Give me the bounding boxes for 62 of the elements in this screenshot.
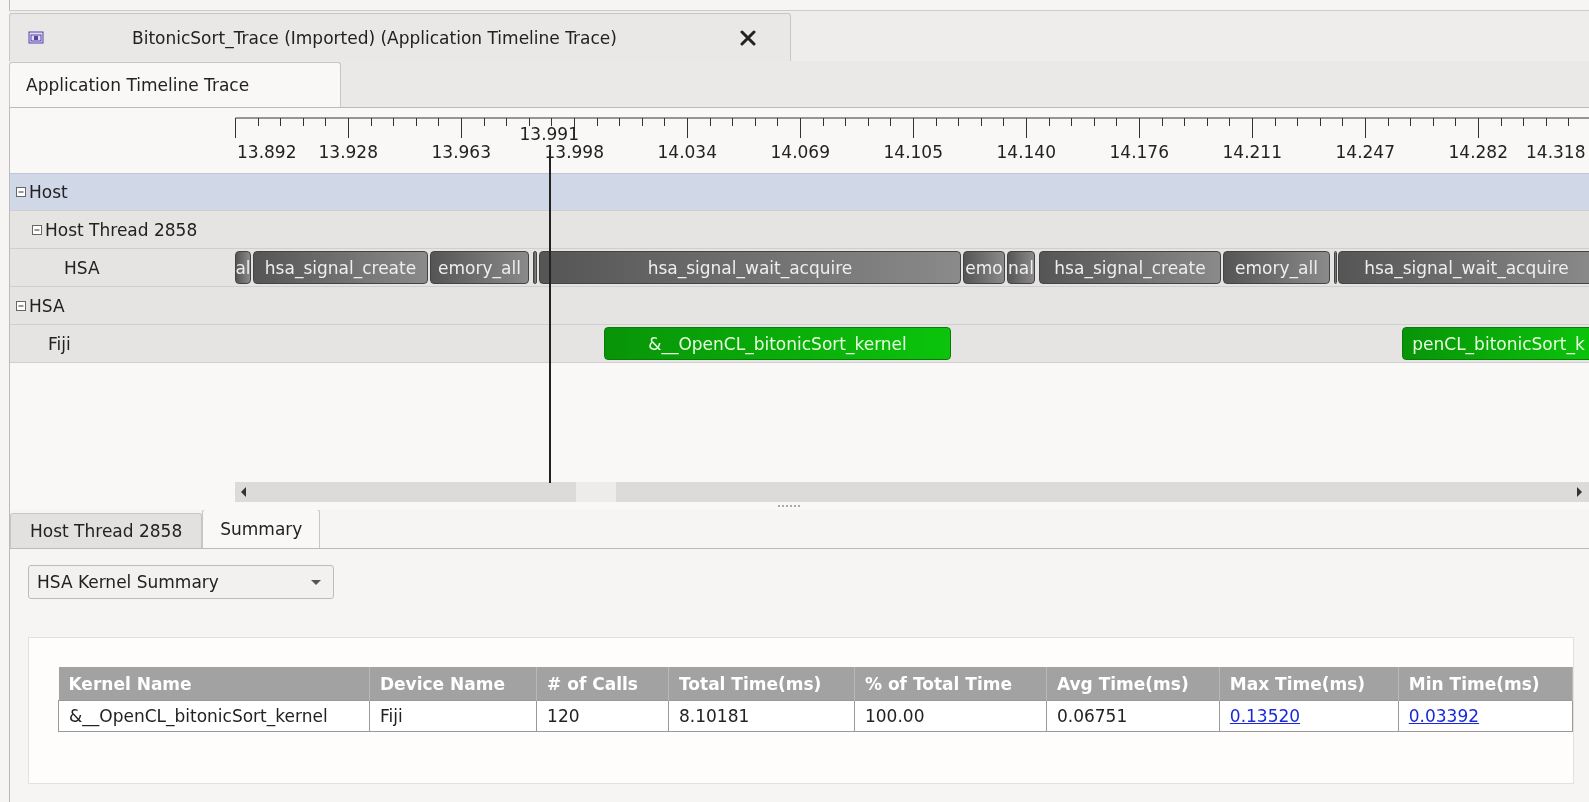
scroll-right-icon[interactable] (1575, 487, 1583, 497)
table-cell: 100.00 (854, 700, 1047, 732)
column-header[interactable]: Max Time(ms) (1219, 667, 1399, 701)
api-call-bar[interactable]: emory_all (430, 251, 529, 284)
kernel-bar[interactable]: penCL_bitonicSort_k (1402, 327, 1589, 360)
document-icon (28, 30, 44, 45)
api-call-bar[interactable]: hsa_signal_create (253, 251, 428, 284)
table-cell: 8.10181 (668, 700, 855, 732)
collapse-icon[interactable] (16, 187, 26, 197)
dropdown-caret-icon (311, 579, 321, 585)
column-header[interactable]: % of Total Time (854, 667, 1047, 701)
tick-label: 14.176 (1109, 142, 1169, 162)
tree-item[interactable]: HSA (64, 257, 100, 278)
tick-label: 13.928 (318, 142, 378, 162)
tick-label: 14.211 (1222, 142, 1282, 162)
tree-item[interactable]: Host Thread 2858 (45, 219, 198, 240)
tick-label: 14.034 (657, 142, 717, 162)
collapse-icon[interactable] (32, 224, 42, 235)
panel-tab[interactable]: Summary (202, 509, 321, 548)
tick-label: 13.892 (237, 142, 297, 162)
splitter-handle-icon[interactable] (777, 504, 802, 508)
api-call-bar[interactable]: hsa_signal_wait_acquire (539, 251, 961, 284)
cursor-time-label: 13.991 (519, 124, 579, 144)
table-cell: &__OpenCL_bitonicSort_kernel (58, 700, 370, 732)
table-cell: 120 (536, 700, 669, 732)
summary-dropdown[interactable]: HSA Kernel Summary (28, 565, 334, 599)
event-marker[interactable] (533, 251, 537, 284)
scroll-thumb[interactable] (576, 482, 616, 502)
column-header[interactable]: Device Name (369, 667, 537, 701)
tick-label: 14.069 (770, 142, 830, 162)
api-call-bar[interactable]: nal (1007, 251, 1035, 284)
tree-item[interactable]: Fiji (48, 333, 71, 354)
api-call-bar[interactable]: emo (963, 251, 1005, 284)
column-header[interactable]: # of Calls (536, 667, 669, 701)
panel-tab[interactable]: Host Thread 2858 (10, 513, 203, 548)
horizontal-scrollbar[interactable] (235, 482, 1589, 502)
tick-label: 13.963 (431, 142, 491, 162)
scroll-left-icon[interactable] (240, 487, 248, 497)
api-call-bar[interactable]: hsa_signal_wait_acquire (1338, 251, 1589, 284)
close-icon[interactable] (740, 29, 756, 46)
tree-item[interactable]: HSA (29, 295, 65, 316)
table-cell: Fiji (369, 700, 537, 732)
event-marker[interactable] (1334, 251, 1337, 284)
tab-title: BitonicSort_Trace (Imported) (Application Timeline Trace) (132, 27, 618, 48)
column-header[interactable]: Kernel Name (58, 667, 370, 701)
column-header[interactable]: Min Time(ms) (1398, 667, 1573, 701)
tree-item[interactable]: Host (29, 182, 68, 202)
tick-label: 14.105 (883, 142, 943, 162)
tick-label: 14.282 (1448, 142, 1508, 162)
api-call-bar[interactable]: hsa_signal_create (1039, 251, 1221, 284)
api-call-bar[interactable]: emory_all (1223, 251, 1330, 284)
table-cell: 0.06751 (1046, 700, 1220, 732)
view-tab[interactable]: Application Timeline Trace (9, 62, 341, 107)
tick-label: 14.318 (1526, 142, 1586, 162)
kernel-bar[interactable]: &__OpenCL_bitonicSort_kernel (604, 327, 951, 360)
column-header[interactable]: Total Time(ms) (668, 667, 855, 701)
editor-tab[interactable]: BitonicSort_Trace (Imported) (Application Timeline Trace) (9, 13, 791, 61)
api-call-bar[interactable]: al (235, 251, 251, 284)
tick-label: 14.140 (996, 142, 1056, 162)
tick-label: 14.247 (1335, 142, 1395, 162)
collapse-icon[interactable] (16, 300, 26, 311)
column-header[interactable]: Avg Time(ms) (1046, 667, 1220, 701)
